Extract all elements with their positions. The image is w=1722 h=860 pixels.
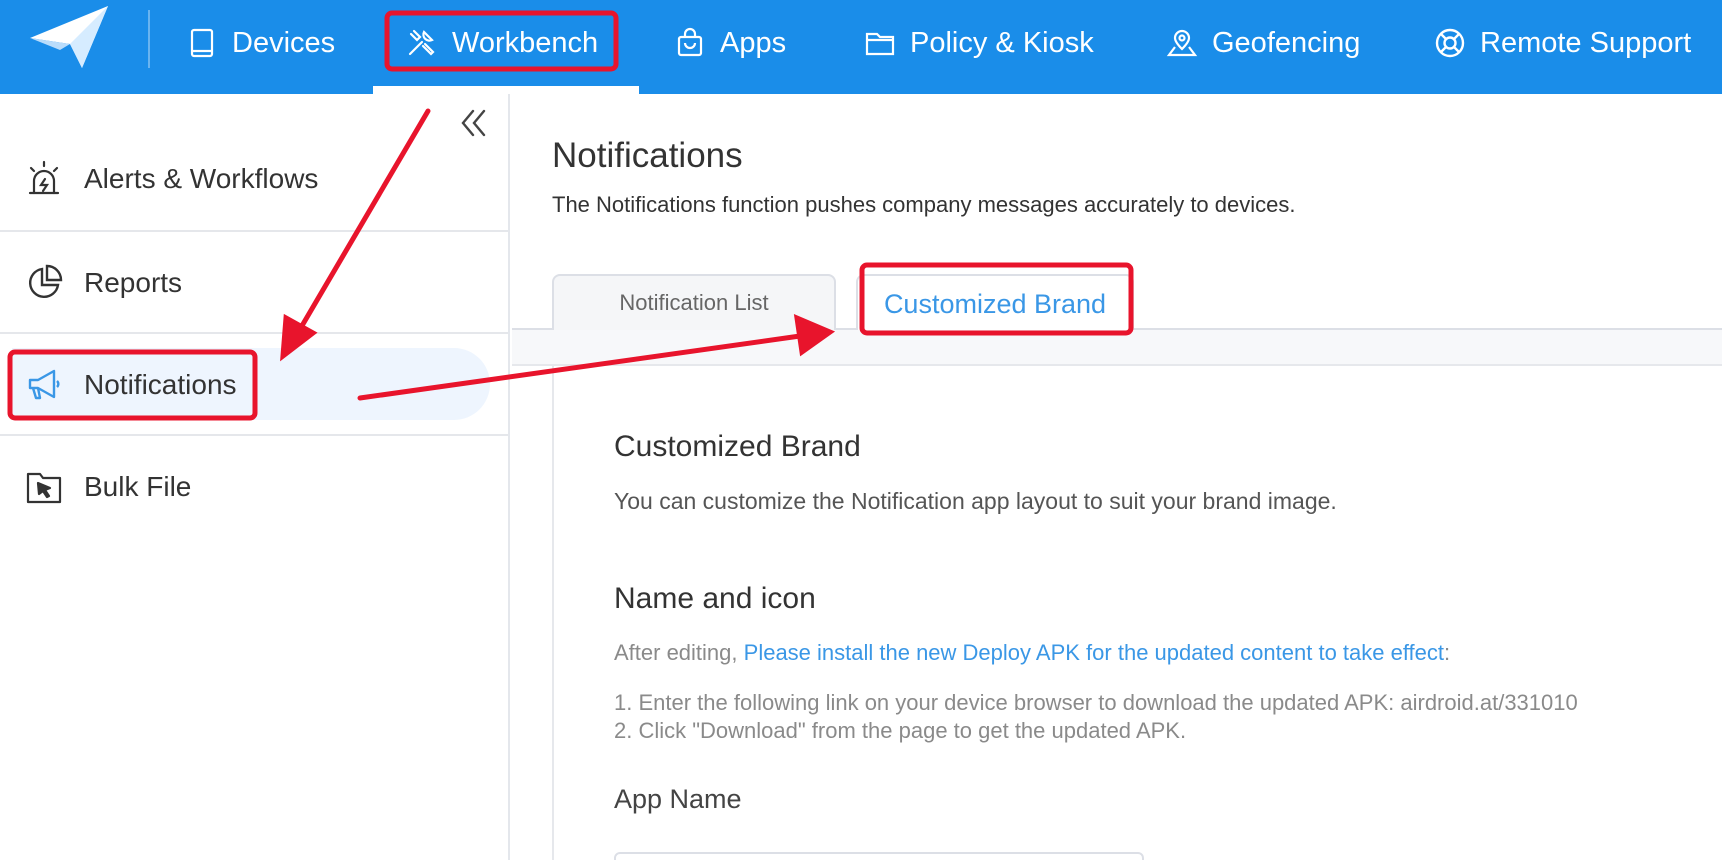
logo-separator — [148, 10, 150, 68]
main-content: Notifications The Notifications function… — [512, 94, 1722, 860]
install-apk-link[interactable]: Please install the new Deploy APK for th… — [744, 640, 1444, 665]
tab-notification-list[interactable]: Notification List — [552, 274, 836, 330]
sidebar-item-notifications[interactable]: Notifications — [0, 334, 508, 436]
page: Devices Workbench Apps Policy & Kiosk Ge… — [0, 0, 1722, 860]
colon-text: : — [1444, 640, 1451, 665]
nav-item-workbench[interactable]: Workbench — [406, 0, 598, 86]
sidebar-item-reports[interactable]: Reports — [0, 232, 508, 334]
sidebar: Alerts & Workflows Reports Notifications… — [0, 94, 510, 860]
sidebar-item-label: Reports — [84, 267, 183, 298]
instruction-step-1: 1. Enter the following link on your devi… — [614, 690, 1578, 715]
content-header-strip — [512, 330, 1722, 366]
shopping-bag-icon — [677, 27, 703, 57]
nav-item-remote-support[interactable]: Remote Support — [1434, 0, 1691, 86]
after-editing-text: After editing, — [614, 640, 744, 665]
nav-item-label: Policy & Kiosk — [910, 26, 1094, 59]
pie-chart-icon — [29, 264, 63, 298]
page-title: Notifications — [552, 136, 743, 175]
tab-customized-brand[interactable]: Customized Brand — [856, 274, 1134, 332]
nav-item-label: Apps — [720, 26, 787, 59]
tools-icon — [408, 29, 435, 56]
top-navigation-bar: Devices Workbench Apps Policy & Kiosk Ge… — [0, 0, 1722, 94]
sidebar-item-alerts-workflows[interactable]: Alerts & Workflows — [0, 128, 508, 230]
brand-section-title: Customized Brand — [614, 430, 861, 463]
alarm-icon — [28, 160, 60, 195]
nav-item-label: Devices — [232, 26, 336, 59]
megaphone-icon — [28, 369, 60, 400]
nav-item-geofencing[interactable]: Geofencing — [1166, 0, 1360, 86]
nav-item-apps[interactable]: Apps — [674, 0, 786, 86]
page-description: The Notifications function pushes compan… — [552, 192, 1296, 217]
airdroid-logo-icon[interactable] — [30, 6, 114, 72]
app-name-label: App Name — [614, 784, 742, 814]
brand-section-description: You can customize the Notification app l… — [614, 488, 1337, 514]
nav-active-indicator — [373, 86, 639, 94]
nav-item-label: Workbench — [452, 26, 599, 59]
nav-item-policy-kiosk[interactable]: Policy & Kiosk — [864, 0, 1094, 86]
nav-item-devices[interactable]: Devices — [186, 0, 335, 86]
instruction-step-2: 2. Click "Download" from the page to get… — [614, 718, 1187, 743]
map-pin-icon — [1166, 29, 1198, 57]
nav-item-label: Geofencing — [1212, 26, 1361, 59]
install-instruction: After editing, Please install the new De… — [614, 640, 1450, 666]
name-icon-section-title: Name and icon — [614, 582, 816, 615]
tablet-icon — [190, 28, 214, 58]
folder-icon — [865, 32, 895, 56]
nav-item-label: Remote Support — [1480, 26, 1692, 59]
lifebuoy-icon — [1435, 28, 1465, 58]
sidebar-item-bulk-file[interactable]: Bulk File — [0, 436, 508, 538]
app-name-input[interactable] — [614, 852, 1144, 860]
folder-cursor-icon — [26, 472, 62, 504]
sidebar-item-label: Bulk File — [84, 471, 192, 502]
sidebar-item-label: Alerts & Workflows — [84, 163, 319, 194]
sidebar-item-label: Notifications — [84, 369, 237, 400]
